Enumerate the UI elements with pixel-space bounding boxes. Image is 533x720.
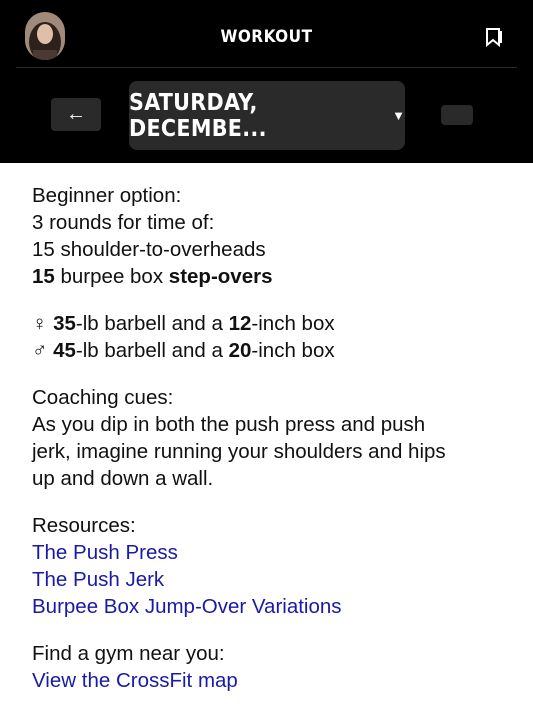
coaching-heading: Coaching cues: (32, 386, 174, 409)
link-push-press[interactable]: The Push Press (32, 539, 502, 566)
female-box: 12 (228, 312, 252, 335)
female-icon: ♀ (32, 312, 48, 335)
workout-content: Beginner option: 3 rounds for time of: 1… (32, 182, 502, 714)
male-box: 20 (228, 339, 252, 362)
coaching-line: up and down a wall. (32, 467, 214, 490)
resources-section: Resources: The Push Press The Push Jerk … (32, 512, 502, 620)
date-label: SATURDAY, DECEMBE... (129, 89, 267, 142)
next-day-button[interactable] (441, 105, 473, 125)
beginner-line: 15 shoulder-to-overheads (32, 238, 266, 261)
link-push-jerk[interactable]: The Push Jerk (32, 566, 502, 593)
movement-bold: step-overs (168, 265, 273, 288)
load-text: -lb barbell and a (75, 312, 229, 335)
link-burpee-variations[interactable]: Burpee Box Jump-Over Variations (32, 593, 502, 620)
date-dropdown[interactable]: SATURDAY, DECEMBE... ▼ (129, 81, 405, 150)
load-text: -inch box (251, 312, 335, 335)
female-load: ♀ 35-lb barbell and a 12-inch box (32, 310, 502, 337)
beginner-line: 3 rounds for time of: (32, 211, 215, 234)
load-text: -inch box (251, 339, 335, 362)
resources-heading: Resources: (32, 514, 136, 537)
loads-section: ♀ 35-lb barbell and a 12-inch box ♂ 45-l… (32, 310, 502, 364)
beginner-heading: Beginner option: (32, 184, 182, 207)
page-title: WORKOUT (220, 27, 313, 47)
arrow-left-icon: ← (66, 103, 86, 125)
bookmark-icon[interactable] (484, 27, 504, 48)
previous-day-button[interactable]: ← (51, 98, 101, 131)
caret-down-icon: ▼ (392, 108, 405, 123)
gym-heading: Find a gym near you: (32, 642, 225, 665)
male-icon: ♂ (32, 339, 48, 362)
beginner-section: Beginner option: 3 rounds for time of: 1… (32, 182, 502, 290)
female-weight: 35 (53, 312, 76, 335)
coaching-section: Coaching cues: As you dip in both the pu… (32, 384, 502, 492)
link-crossfit-map[interactable]: View the CrossFit map (32, 667, 502, 694)
male-load: ♂ 45-lb barbell and a 20-inch box (32, 337, 502, 364)
beginner-line: 15 burpee box step-overs (32, 263, 502, 290)
header-divider (16, 67, 517, 68)
gym-section: Find a gym near you: View the CrossFit m… (32, 640, 502, 694)
load-text: -lb barbell and a (75, 339, 229, 362)
top-bar: WORKOUT ← SATURDAY, DECEMBE... ▼ (0, 0, 533, 163)
movement-text: burpee box (54, 265, 169, 288)
male-weight: 45 (53, 339, 76, 362)
coaching-line: jerk, imagine running your shoulders and… (32, 440, 446, 463)
coaching-line: As you dip in both the push press and pu… (32, 413, 426, 436)
rep-count: 15 (32, 265, 55, 288)
